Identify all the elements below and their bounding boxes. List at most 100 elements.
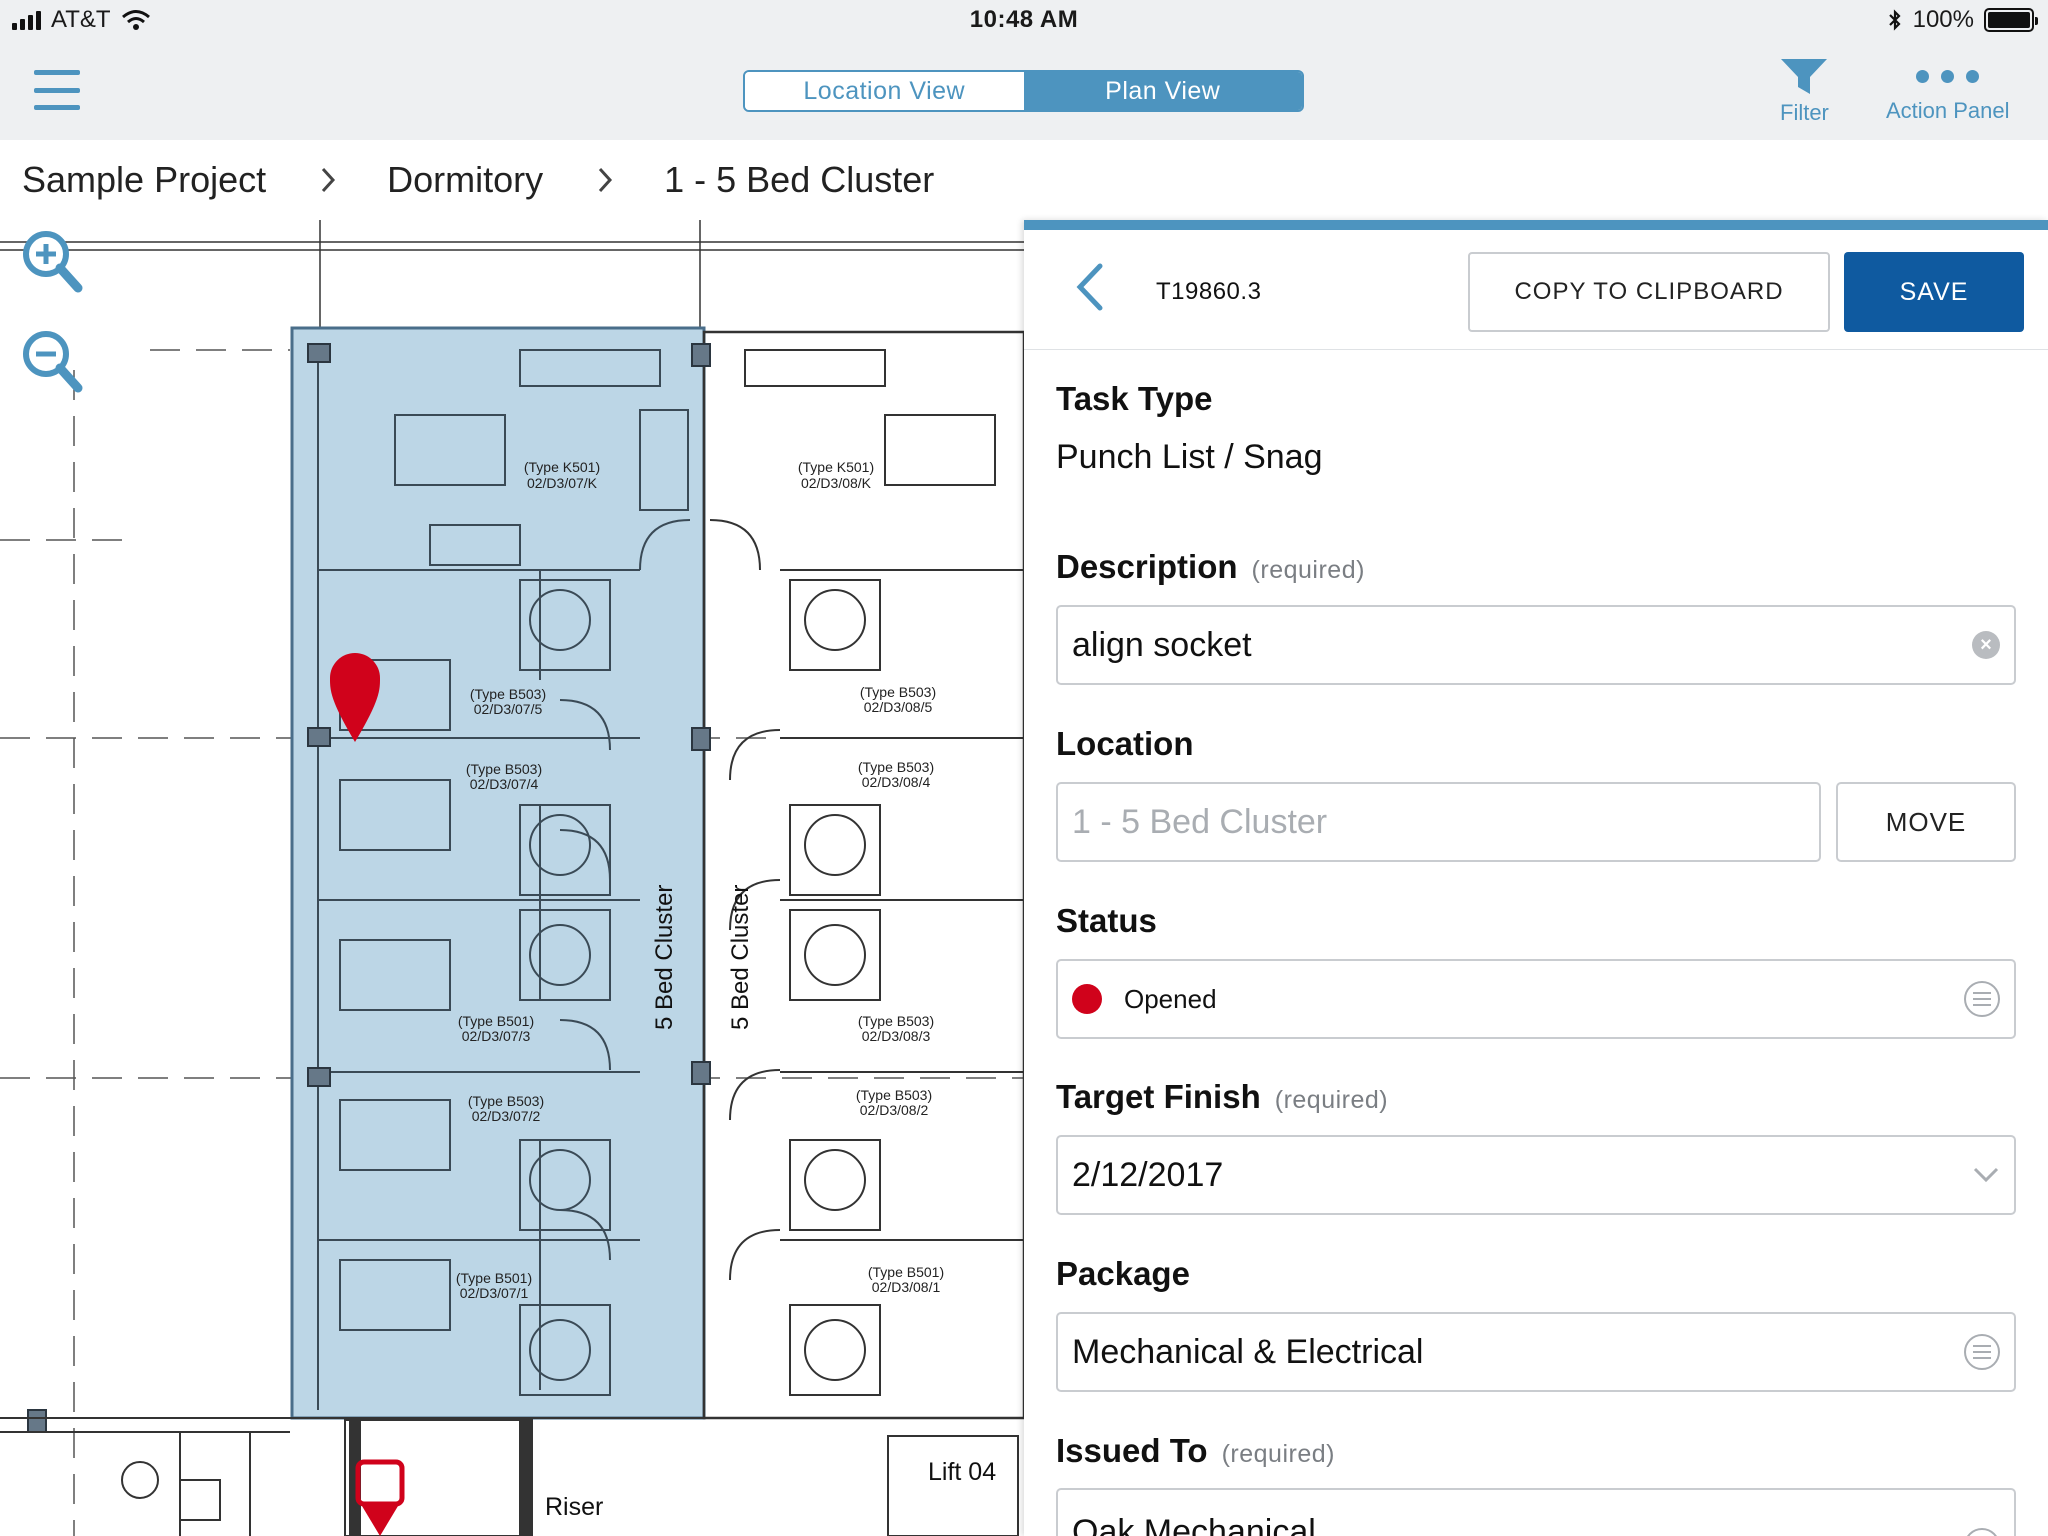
- room-code-label: 02/D3/08/1: [872, 1279, 941, 1295]
- action-panel-label: Action Panel: [1886, 98, 2010, 123]
- room-type-label: (Type B503): [856, 1087, 932, 1103]
- zoom-in-button[interactable]: [20, 228, 84, 298]
- status-dot-icon: [1072, 984, 1102, 1014]
- room-code-label: 02/D3/07/5: [474, 701, 543, 717]
- room-type-label: (Type B503): [468, 1093, 544, 1109]
- room-code-label: 02/D3/08/4: [862, 774, 931, 790]
- floor-plan[interactable]: 5 Bed Cluster 5 Bed Cluster (Type K501) …: [0, 220, 1024, 1536]
- location-label-text: Location: [1056, 725, 1194, 762]
- issued-to-value: Oak Mechanical: [1072, 1513, 1316, 1536]
- room-type-label: (Type B503): [466, 761, 542, 777]
- room-code-label: 02/D3/07/K: [527, 475, 598, 491]
- room-type-label: (Type B503): [858, 759, 934, 775]
- target-finish-date-picker[interactable]: 2/12/2017: [1056, 1135, 2016, 1215]
- target-finish-label-text: Target Finish: [1056, 1078, 1261, 1115]
- required-hint: (required): [1274, 1086, 1389, 1114]
- required-hint: (required): [1251, 556, 1365, 584]
- room-code-label: 02/D3/07/1: [460, 1285, 529, 1301]
- tab-location-view[interactable]: Location View: [745, 72, 1024, 110]
- breadcrumb-building[interactable]: Dormitory: [387, 159, 543, 201]
- panel-header: T19860.3 COPY TO CLIPBOARD SAVE: [1024, 230, 2048, 350]
- description-value: align socket: [1072, 625, 1252, 664]
- status-bar: AT&T 10:48 AM 100%: [0, 0, 2048, 40]
- list-icon: [1964, 1528, 2000, 1536]
- chevron-left-icon: [1076, 263, 1103, 311]
- description-label: Description (required): [1056, 548, 1365, 586]
- required-hint: (required): [1221, 1440, 1335, 1468]
- top-nav: Location View Plan View Filter Action Pa…: [0, 40, 2048, 140]
- status-value: Opened: [1124, 983, 1217, 1014]
- floor-plan-drawing: 5 Bed Cluster 5 Bed Cluster (Type K501) …: [0, 220, 1024, 1536]
- cluster-label-right: 5 Bed Cluster: [727, 885, 754, 1030]
- filter-button[interactable]: Filter: [1780, 54, 1829, 126]
- room-code-label: 02/D3/08/5: [864, 699, 933, 715]
- zoom-out-icon: [23, 331, 83, 393]
- location-label: Location: [1056, 725, 1194, 763]
- package-label: Package: [1056, 1255, 1190, 1293]
- room-type-label: (Type K501): [798, 459, 874, 475]
- issued-to-label: Issued To (required): [1056, 1432, 1335, 1470]
- room-code-label: 02/D3/08/3: [862, 1028, 931, 1044]
- zoom-out-button[interactable]: [20, 328, 84, 398]
- room-code-label: 02/D3/08/K: [801, 475, 872, 491]
- task-type-label: Task Type: [1056, 380, 1213, 418]
- action-panel-button[interactable]: Action Panel: [1886, 54, 2010, 124]
- clear-icon[interactable]: ×: [1972, 631, 2000, 659]
- breadcrumb: Sample Project Dormitory 1 - 5 Bed Clust…: [0, 140, 1024, 220]
- view-switcher: Location View Plan View: [743, 70, 1304, 112]
- battery-icon: [1984, 8, 2038, 32]
- back-button[interactable]: [1070, 262, 1110, 312]
- package-value: Mechanical & Electrical: [1072, 1332, 1424, 1371]
- menu-icon[interactable]: [34, 67, 80, 113]
- package-label-text: Package: [1056, 1255, 1190, 1292]
- list-icon: [1964, 981, 2000, 1017]
- save-button[interactable]: SAVE: [1844, 252, 2024, 332]
- list-icon: [1964, 1334, 2000, 1370]
- room-code-label: 02/D3/07/2: [472, 1108, 541, 1124]
- battery-percent: 100%: [1912, 6, 1974, 33]
- breadcrumb-project[interactable]: Sample Project: [22, 159, 266, 201]
- status-right: 100%: [1887, 6, 2038, 34]
- room-type-label: (Type B503): [858, 1013, 934, 1029]
- bluetooth-icon: [1888, 9, 1901, 31]
- clock: 10:48 AM: [969, 6, 1079, 33]
- riser-label: Riser: [545, 1493, 603, 1521]
- room-type-label: (Type B503): [860, 684, 936, 700]
- chevron-right-icon: [314, 166, 342, 194]
- room-type-label: (Type K501): [524, 459, 600, 475]
- room-type-label: (Type B501): [868, 1264, 944, 1280]
- filter-icon: [1781, 59, 1828, 94]
- breadcrumb-location[interactable]: 1 - 5 Bed Cluster: [664, 159, 934, 201]
- task-id: T19860.3: [1156, 278, 1262, 305]
- filter-label: Filter: [1780, 100, 1829, 125]
- target-finish-value: 2/12/2017: [1072, 1155, 1224, 1194]
- task-type-value: Punch List / Snag: [1056, 438, 1323, 476]
- room-type-label: (Type B501): [456, 1270, 532, 1286]
- cluster-label-left: 5 Bed Cluster: [651, 885, 678, 1030]
- status-select[interactable]: Opened: [1056, 959, 2016, 1039]
- package-select[interactable]: Mechanical & Electrical: [1056, 1312, 2016, 1392]
- chevron-right-icon: [591, 166, 619, 194]
- target-finish-label: Target Finish (required): [1056, 1078, 1388, 1116]
- description-input[interactable]: align socket ×: [1056, 605, 2016, 685]
- status-label: Status: [1056, 902, 1157, 940]
- status-label-text: Status: [1056, 902, 1157, 939]
- zoom-in-icon: [23, 231, 83, 293]
- copy-to-clipboard-button[interactable]: COPY TO CLIPBOARD: [1468, 252, 1830, 332]
- tab-plan-view[interactable]: Plan View: [1023, 72, 1302, 110]
- issued-to-label-text: Issued To: [1056, 1432, 1208, 1469]
- move-button[interactable]: MOVE: [1836, 782, 2016, 862]
- room-code-label: 02/D3/07/3: [462, 1028, 531, 1044]
- task-type-label-text: Task Type: [1056, 380, 1213, 417]
- room-type-label: (Type B501): [458, 1013, 534, 1029]
- location-value: 1 - 5 Bed Cluster: [1072, 802, 1328, 841]
- selected-cluster-highlight[interactable]: [290, 326, 706, 1420]
- room-code-label: 02/D3/08/2: [860, 1102, 929, 1118]
- room-type-label: (Type B503): [470, 686, 546, 702]
- more-icon: [1916, 69, 1980, 83]
- task-detail-panel: T19860.3 COPY TO CLIPBOARD SAVE Task Typ…: [1024, 220, 2048, 1536]
- issued-to-select[interactable]: Oak Mechanical: [1056, 1488, 2016, 1536]
- lift-label: Lift 04: [928, 1458, 996, 1486]
- chevron-down-icon: [1973, 1167, 1999, 1183]
- description-label-text: Description: [1056, 548, 1238, 585]
